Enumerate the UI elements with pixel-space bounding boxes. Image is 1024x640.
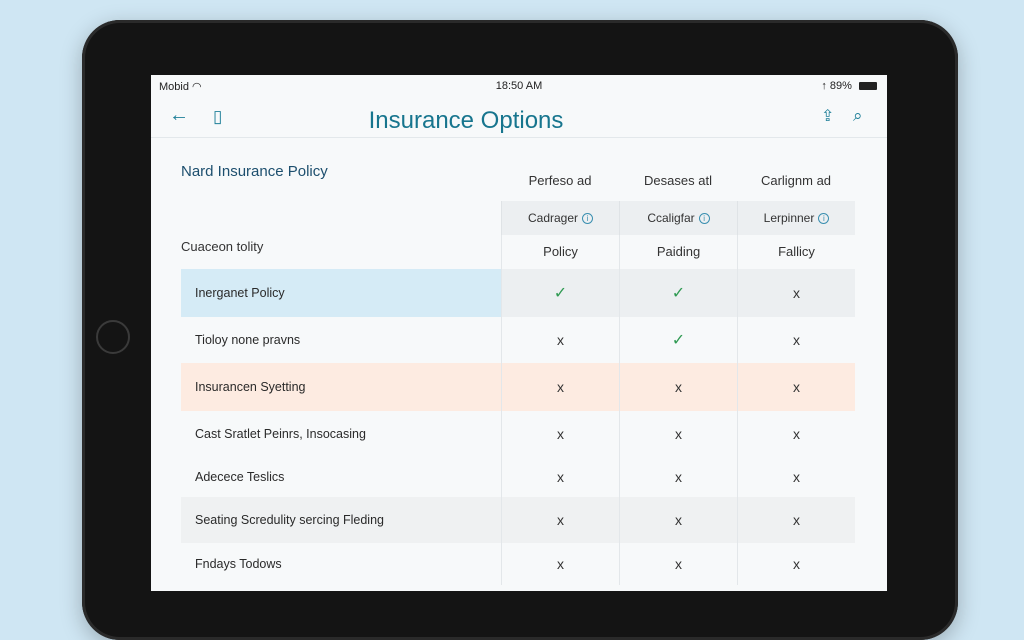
row-label: Adecece Teslics — [195, 469, 285, 484]
location-icon: ↑ — [821, 80, 827, 92]
share-icon[interactable]: ⇪ — [821, 107, 834, 127]
cross-icon: x — [619, 411, 737, 457]
table-row[interactable]: Inerganet Policy ✓ ✓ x — [181, 269, 855, 317]
policy-cell-2: Paiding — [619, 235, 737, 269]
status-bar: Mobid ◠ 18:50 AM ↑ 89% — [151, 75, 887, 97]
check-icon: ✓ — [501, 269, 619, 317]
row-label: Tioloy none pravns — [195, 332, 301, 347]
table-row[interactable]: Seating Scredulity sercing Fleding x x x — [181, 497, 855, 543]
row-label: Cast Sratlet Peinrs, Insocasing — [195, 426, 366, 441]
navigation-bar: ← ▯ Insurance Options ⇪ ⌕ — [151, 97, 887, 138]
home-button[interactable] — [96, 320, 130, 354]
cross-icon: x — [737, 497, 855, 543]
column-subheader-1[interactable]: Cadrager i — [501, 201, 619, 235]
row-label: Seating Scredulity sercing Fleding — [181, 497, 501, 543]
page-title: Insurance Options — [368, 107, 564, 134]
cross-icon: x — [619, 363, 737, 411]
row-label: Inerganet Policy — [181, 269, 501, 317]
info-icon: i — [698, 213, 710, 225]
column-header-1: Perfeso ad — [528, 173, 592, 188]
battery-indicator: ↑ 89% — [821, 80, 877, 92]
policy-row: Policy Paiding Fallicy — [501, 235, 855, 269]
screen: Mobid ◠ 18:50 AM ↑ 89% ← ▯ Insurance Opt… — [151, 75, 887, 591]
column-header-2: Desases atl — [644, 173, 712, 188]
policy-cell-3: Fallicy — [737, 235, 855, 269]
info-icon: i — [582, 213, 594, 225]
row-label: Fndays Todows — [195, 556, 282, 571]
cross-icon: x — [737, 543, 855, 585]
cross-icon: x — [501, 457, 619, 497]
cross-icon: x — [737, 317, 855, 363]
column-subheader-2[interactable]: Ccaligfar i — [619, 201, 737, 235]
table-row[interactable]: Adecece Teslics x x x — [181, 457, 855, 497]
cross-icon: x — [619, 543, 737, 585]
table-row[interactable]: Fndays Todows x x x — [181, 543, 855, 585]
policy-cell-1: Policy — [501, 235, 619, 269]
cross-icon: x — [501, 497, 619, 543]
table-row[interactable]: Insurancen Syetting x x x — [181, 363, 855, 411]
search-icon[interactable]: ⌕ — [853, 106, 863, 126]
cross-icon: x — [737, 457, 855, 497]
cross-icon: x — [619, 457, 737, 497]
column-header-3: Carlignm ad — [760, 173, 832, 188]
group-label: Cuaceon tolity — [181, 239, 264, 254]
battery-icon — [859, 82, 877, 91]
cross-icon: x — [737, 411, 855, 457]
cross-icon: x — [501, 543, 619, 585]
column-subheader-3[interactable]: Lerpinner i — [737, 201, 855, 235]
info-icon: i — [818, 213, 830, 225]
table-row[interactable]: Tioloy none pravns x ✓ x — [181, 317, 855, 363]
cross-icon: x — [501, 363, 619, 411]
check-icon: ✓ — [619, 317, 737, 363]
cross-icon: x — [501, 411, 619, 457]
cross-icon: x — [619, 497, 737, 543]
subheader-row: Cadrager i Ccaligfar i Lerpinner i — [501, 201, 855, 235]
row-label: Insurancen Syetting — [181, 363, 501, 411]
status-time: 18:50 AM — [495, 80, 543, 92]
comparison-table: Nard Insurance Policy Perfeso ad Desases… — [151, 137, 887, 591]
cross-icon: x — [737, 363, 855, 411]
cross-icon: x — [737, 269, 855, 317]
check-icon: ✓ — [619, 269, 737, 317]
section-title: Nard Insurance Policy — [181, 163, 328, 180]
table-row[interactable]: Cast Sratlet Peinrs, Insocasing x x x — [181, 411, 855, 457]
cross-icon: x — [501, 317, 619, 363]
